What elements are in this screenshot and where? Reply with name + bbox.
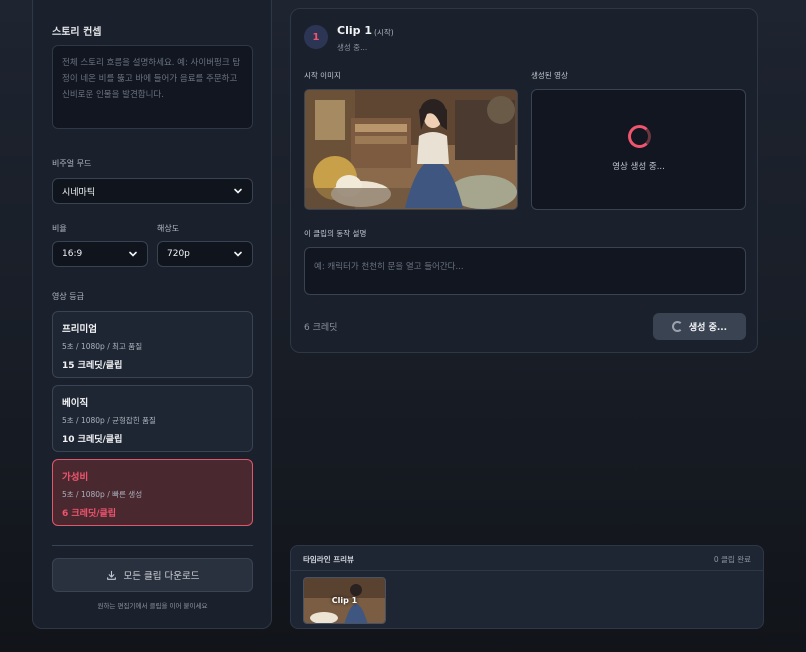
- clip-title: Clip 1: [337, 24, 372, 37]
- footnote: 원하는 편집기에서 클립을 이어 붙이세요: [97, 602, 208, 610]
- timeline-count: 0 클립 완료: [713, 555, 751, 564]
- visual-mood-select[interactable]: 시네마틱: [52, 178, 253, 204]
- story-concept-input[interactable]: 전체 스토리 흐름을 설명하세요. 예: 사이버펑크 탐정이 네온 비를 뚫고 …: [52, 45, 253, 129]
- grade-name: 프리미엄: [62, 324, 97, 335]
- generate-button[interactable]: 생성 중...: [653, 313, 746, 340]
- divider: [52, 545, 253, 546]
- grade-name: 가성비: [62, 472, 89, 483]
- chevron-down-icon: [234, 188, 242, 194]
- resolution-select[interactable]: 720p: [157, 241, 253, 267]
- generating-text: 영상 생성 중...: [612, 162, 665, 172]
- resolution-label: 해상도: [157, 224, 180, 233]
- timeline-preview: 타임라인 프리뷰 0 클립 완료 Clip 1: [290, 545, 764, 629]
- ratio-value: 16:9: [62, 249, 83, 259]
- grade-desc: 5초 / 1080p / 최고 품질: [62, 342, 143, 351]
- ratio-label: 비율: [52, 224, 67, 233]
- loading-spinner-icon: [628, 125, 651, 148]
- grade-name: 베이직: [62, 398, 89, 409]
- ratio-select[interactable]: 16:9: [52, 241, 148, 267]
- visual-mood-value: 시네마틱: [62, 187, 96, 198]
- download-all-label: 모든 클립 다운로드: [123, 571, 200, 582]
- grade-desc: 5초 / 1080p / 균형잡힌 품질: [62, 416, 156, 425]
- clip-number-badge: 1: [304, 25, 328, 49]
- start-image-illustration: [305, 90, 517, 209]
- start-image-label: 시작 이미지: [304, 71, 341, 80]
- generate-button-label: 생성 중...: [688, 323, 728, 333]
- grade-label: 영상 등급: [52, 292, 84, 301]
- sidebar: 스토리 컨셉 전체 스토리 흐름을 설명하세요. 예: 사이버펑크 탐정이 네온…: [32, 0, 272, 629]
- grade-credits: 15 크레딧/클립: [62, 361, 123, 371]
- chevron-down-icon: [234, 251, 242, 257]
- clip-title-text: Clip 1: [337, 24, 372, 37]
- grade-desc: 5초 / 1080p / 빠른 생성: [62, 490, 143, 499]
- visual-mood-label: 비주얼 무드: [52, 159, 92, 168]
- thumbnail-label: Clip 1: [331, 596, 358, 605]
- chevron-down-icon: [129, 251, 137, 257]
- clip-status: 생성 중...: [337, 43, 368, 52]
- grade-credits: 10 크레딧/클립: [62, 435, 123, 445]
- clip-subtitle: (시작): [374, 28, 394, 37]
- grade-credits: 6 크레딧/클립: [62, 509, 117, 519]
- loading-spinner-icon: [671, 321, 683, 332]
- grade-option-basic[interactable]: 베이직 5초 / 1080p / 균형잡힌 품질 10 크레딧/클립: [52, 385, 253, 452]
- story-concept-title: 스토리 컨셉: [52, 27, 102, 38]
- grade-option-premium[interactable]: 프리미엄 5초 / 1080p / 최고 품질 15 크레딧/클립: [52, 311, 253, 378]
- download-icon: [106, 570, 116, 580]
- resolution-value: 720p: [167, 249, 190, 259]
- generated-video-label: 생성된 영상: [531, 71, 568, 80]
- timeline-title: 타임라인 프리뷰: [303, 555, 354, 564]
- generated-video-box: 영상 생성 중...: [531, 89, 746, 210]
- timeline-clip-thumbnail[interactable]: Clip 1: [303, 577, 386, 624]
- start-image[interactable]: [304, 89, 518, 210]
- motion-input[interactable]: 예: 캐릭터가 천천히 문을 열고 들어간다...: [304, 247, 746, 295]
- credit-count: 6 크레딧: [304, 323, 338, 333]
- clip-card: 1 Clip 1 (시작) 생성 중... 시작 이미지 생성된 영상 영상 생…: [290, 8, 758, 353]
- timeline-header: 타임라인 프리뷰 0 클립 완료: [291, 546, 763, 571]
- download-all-button[interactable]: 모든 클립 다운로드: [52, 558, 253, 592]
- grade-option-value[interactable]: 가성비 5초 / 1080p / 빠른 생성 6 크레딧/클립: [52, 459, 253, 526]
- motion-label: 이 클립의 동작 설명: [304, 229, 367, 238]
